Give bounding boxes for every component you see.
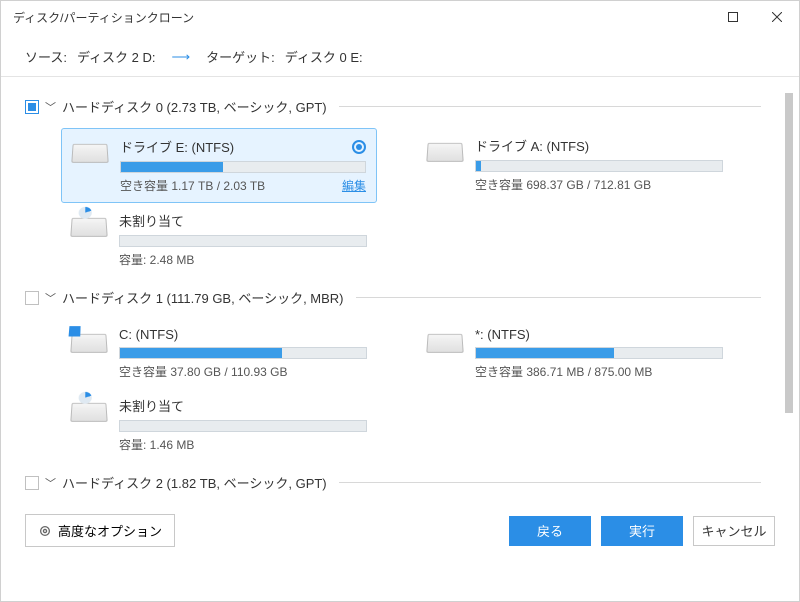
- chevron-down-icon: ﹀: [45, 290, 56, 306]
- target-value: ディスク 0 E:: [285, 47, 363, 66]
- source-label: ソース:: [25, 47, 67, 66]
- disk-header[interactable]: ﹀ ハードディスク 1 (111.79 GB, ベーシック, MBR): [25, 284, 761, 311]
- partition-name: *: (NTFS): [475, 327, 530, 342]
- partition-body: 未割り当て容量: 2.48 MB: [119, 211, 367, 268]
- disk-checkbox[interactable]: [25, 291, 39, 305]
- disk-checkbox[interactable]: [25, 100, 39, 114]
- cancel-button[interactable]: キャンセル: [693, 516, 775, 546]
- arrow-icon: ⟶: [172, 49, 191, 65]
- chevron-down-icon: ﹀: [45, 99, 56, 115]
- partition-stat: 容量: 1.46 MB: [119, 436, 194, 453]
- disk-header[interactable]: ﹀ ハードディスク 2 (1.82 TB, ベーシック, GPT): [25, 469, 761, 496]
- disk-checkbox[interactable]: [25, 476, 39, 490]
- drive-icon: [71, 402, 107, 430]
- partition-name: ドライブ A: (NTFS): [475, 136, 589, 155]
- partition-item[interactable]: C: (NTFS) 空き容量 37.80 GB / 110.93 GB: [61, 319, 377, 388]
- disk-line: [339, 482, 761, 483]
- partition-body: C: (NTFS) 空き容量 37.80 GB / 110.93 GB: [119, 327, 367, 380]
- close-button[interactable]: [755, 1, 799, 33]
- drive-icon: [71, 217, 107, 245]
- partition-item[interactable]: 未割り当て容量: 2.48 MB: [61, 203, 377, 276]
- partition-body: ドライブ A: (NTFS) 空き容量 698.37 GB / 712.81 GB: [475, 136, 723, 193]
- footer: 高度なオプション 戻る 実行 キャンセル: [1, 504, 799, 557]
- gear-icon: [38, 524, 52, 538]
- window-controls: [711, 1, 799, 33]
- titlebar: ディスク/パーティションクローン: [1, 1, 799, 33]
- partition-name: C: (NTFS): [119, 327, 178, 342]
- chevron-down-icon: ﹀: [45, 475, 56, 491]
- disk-header[interactable]: ﹀ ハードディスク 0 (2.73 TB, ベーシック, GPT): [25, 93, 761, 120]
- usage-bar: [475, 347, 723, 359]
- scrollbar[interactable]: [785, 93, 793, 493]
- partition-name: ドライブ E: (NTFS): [120, 137, 234, 156]
- source-value: ディスク 2 D:: [77, 47, 156, 66]
- disk-label: ハードディスク 0 (2.73 TB, ベーシック, GPT): [62, 97, 327, 116]
- usage-bar: [119, 235, 367, 247]
- execute-button[interactable]: 実行: [601, 516, 683, 546]
- partition-body: 未割り当て容量: 1.46 MB: [119, 396, 367, 453]
- edit-link[interactable]: 編集: [342, 177, 366, 194]
- radio-selected[interactable]: [352, 140, 366, 154]
- partition-item[interactable]: *: (NTFS) 空き容量 386.71 MB / 875.00 MB: [417, 319, 733, 388]
- partition-stat: 空き容量 1.17 TB / 2.03 TB: [120, 177, 265, 194]
- disk-line: [339, 106, 761, 107]
- drive-icon: [72, 143, 108, 171]
- source-target-header: ソース: ディスク 2 D: ⟶ ターゲット: ディスク 0 E:: [1, 33, 799, 76]
- disk-list: ﹀ ハードディスク 0 (2.73 TB, ベーシック, GPT) ドライブ E: …: [25, 93, 775, 501]
- partition-body: ドライブ E: (NTFS) 空き容量 1.17 TB / 2.03 TB 編集: [120, 137, 366, 194]
- target-label: ターゲット:: [206, 47, 275, 66]
- usage-bar: [475, 160, 723, 172]
- partition-body: *: (NTFS) 空き容量 386.71 MB / 875.00 MB: [475, 327, 723, 380]
- usage-bar: [119, 420, 367, 432]
- maximize-button[interactable]: [711, 1, 755, 33]
- back-button[interactable]: 戻る: [509, 516, 591, 546]
- partition-name: 未割り当て: [119, 211, 184, 230]
- window-title: ディスク/パーティションクローン: [13, 9, 711, 26]
- partition-stat: 空き容量 698.37 GB / 712.81 GB: [475, 176, 651, 193]
- partition-stat: 空き容量 386.71 MB / 875.00 MB: [475, 363, 652, 380]
- drive-icon: [71, 333, 107, 361]
- advanced-options-label: 高度なオプション: [58, 521, 162, 540]
- partition-stat: 容量: 2.48 MB: [119, 251, 194, 268]
- partition-stat: 空き容量 37.80 GB / 110.93 GB: [119, 363, 288, 380]
- advanced-options-button[interactable]: 高度なオプション: [25, 514, 175, 547]
- scroll-thumb[interactable]: [785, 93, 793, 413]
- partition-item[interactable]: 未割り当て容量: 1.46 MB: [61, 388, 377, 461]
- partition-grid: [25, 496, 761, 501]
- content: ﹀ ハードディスク 0 (2.73 TB, ベーシック, GPT) ドライブ E: …: [1, 77, 799, 557]
- partition-item[interactable]: ドライブ E: (NTFS) 空き容量 1.17 TB / 2.03 TB 編集: [61, 128, 377, 203]
- drive-icon: [427, 142, 463, 170]
- usage-bar: [119, 347, 367, 359]
- disk-label: ハードディスク 2 (1.82 TB, ベーシック, GPT): [62, 473, 327, 492]
- drive-icon: [427, 333, 463, 361]
- partition-item[interactable]: ドライブ A: (NTFS) 空き容量 698.37 GB / 712.81 GB: [417, 128, 733, 203]
- usage-bar: [120, 161, 366, 173]
- disk-label: ハードディスク 1 (111.79 GB, ベーシック, MBR): [62, 288, 344, 307]
- disk-line: [356, 297, 761, 298]
- partition-name: 未割り当て: [119, 396, 184, 415]
- partition-grid: ドライブ E: (NTFS)空き容量 1.17 TB / 2.03 TB編集ドラ…: [25, 120, 761, 284]
- partition-grid: C: (NTFS) 空き容量 37.80 GB / 110.93 GB *: (NT…: [25, 311, 761, 469]
